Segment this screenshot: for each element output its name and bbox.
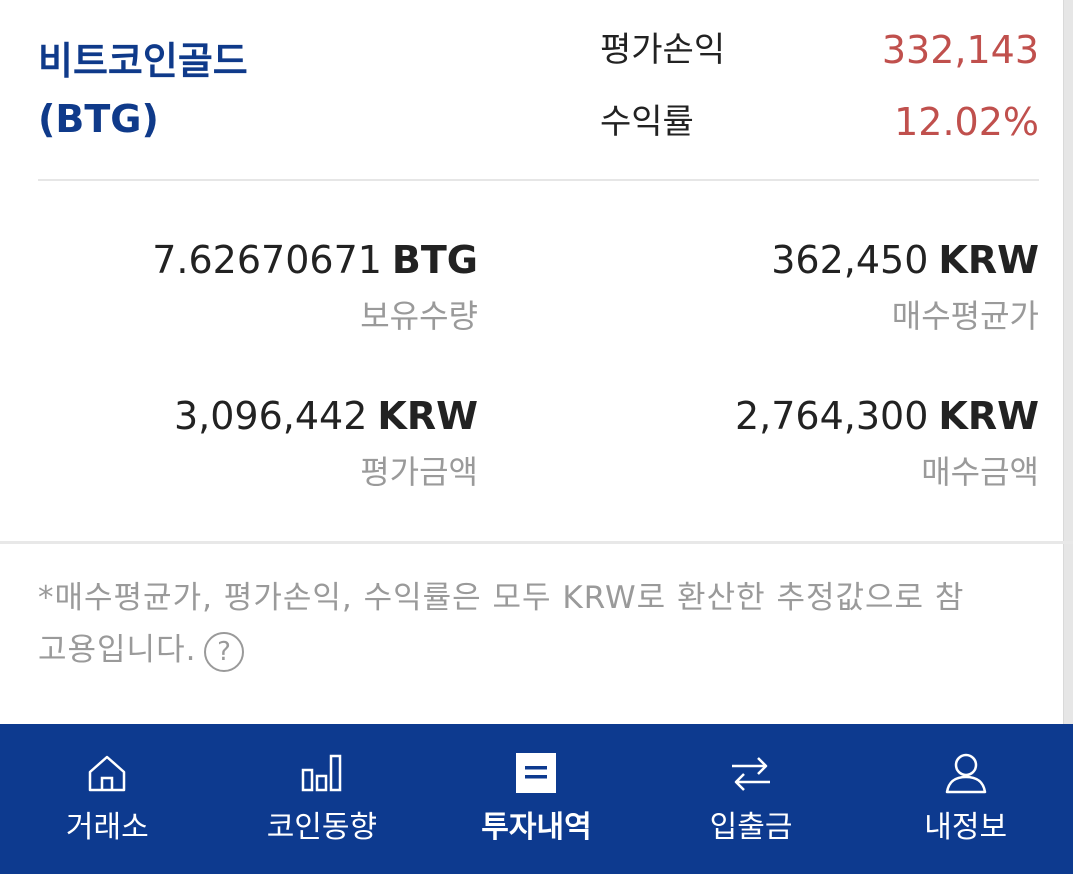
tab-exchange[interactable]: 거래소 — [0, 724, 215, 874]
eval-amount-value-row: 3,096,442 KRW — [174, 394, 478, 438]
holding-metric: 7.62670671 BTG 보유수량 — [152, 238, 478, 336]
holding-value-row: 7.62670671 BTG — [152, 238, 478, 282]
eval-amount-value: 3,096,442 — [173, 394, 368, 438]
avg-price-value: 362,450 — [771, 238, 929, 282]
tab-exchange-label: 거래소 — [65, 810, 149, 845]
holding-value: 7.62670671 — [152, 238, 382, 282]
profit-value: 332,143 — [881, 28, 1039, 72]
buy-amount-value-row: 2,764,300 KRW — [735, 394, 1039, 438]
header-divider — [38, 179, 1039, 181]
eval-amount-unit: KRW — [377, 394, 478, 438]
rate-label: 수익률 — [600, 102, 694, 142]
help-icon[interactable]: ? — [204, 631, 245, 672]
scrollbar[interactable] — [1063, 0, 1073, 724]
avg-price-value-row: 362,450 KRW — [771, 238, 1039, 282]
profit-label: 평가손익 — [600, 30, 726, 70]
tab-investments-label: 투자내역 — [481, 810, 592, 845]
tab-investments[interactable]: 투자내역 — [429, 724, 644, 874]
home-icon — [89, 755, 126, 792]
avg-price-metric: 362,450 KRW 매수평균가 — [771, 238, 1039, 336]
holding-unit: BTG — [391, 238, 478, 282]
tab-deposit-withdraw[interactable]: 입출금 — [644, 724, 859, 874]
tab-coin-trends[interactable]: 코인동향 — [215, 724, 430, 874]
buy-amount-label: 매수금액 — [921, 453, 1039, 491]
buy-amount-value: 2,764,300 — [734, 394, 929, 438]
avg-price-label: 매수평균가 — [891, 297, 1039, 335]
document-icon — [516, 753, 557, 793]
note-text: *매수평균가, 평가손익, 수익률은 모두 KRW로 환산한 추정값으로 참고용… — [38, 580, 965, 668]
tab-my-info[interactable]: 내정보 — [858, 724, 1073, 874]
holding-label: 보유수량 — [360, 297, 478, 335]
asset-symbol: (BTG) — [38, 97, 159, 141]
bottom-tab-bar: 거래소 코인동향 투자내역 입출금 내정보 — [0, 724, 1073, 874]
avg-price-unit: KRW — [938, 238, 1039, 282]
tab-coin-trends-label: 코인동향 — [266, 810, 378, 845]
bar-chart-icon — [301, 754, 342, 792]
buy-amount-unit: KRW — [938, 394, 1039, 438]
asset-name: 비트코인골드 — [38, 39, 248, 83]
tab-my-info-label: 내정보 — [924, 810, 1008, 845]
tab-deposit-withdraw-label: 입출금 — [709, 810, 793, 845]
estimate-note: *매수평균가, 평가손익, 수익률은 모두 KRW로 환산한 추정값으로 참고용… — [38, 572, 968, 676]
transfer-icon — [732, 757, 771, 791]
user-icon — [945, 753, 986, 794]
rate-value: 12.02% — [894, 100, 1039, 144]
buy-amount-metric: 2,764,300 KRW 매수금액 — [735, 394, 1039, 492]
section-divider — [0, 541, 1073, 544]
eval-amount-metric: 3,096,442 KRW 평가금액 — [174, 394, 478, 492]
eval-amount-label: 평가금액 — [360, 453, 478, 491]
asset-header: 비트코인골드 (BTG) 평가손익 332,143 수익률 12.02% — [38, 0, 1039, 180]
